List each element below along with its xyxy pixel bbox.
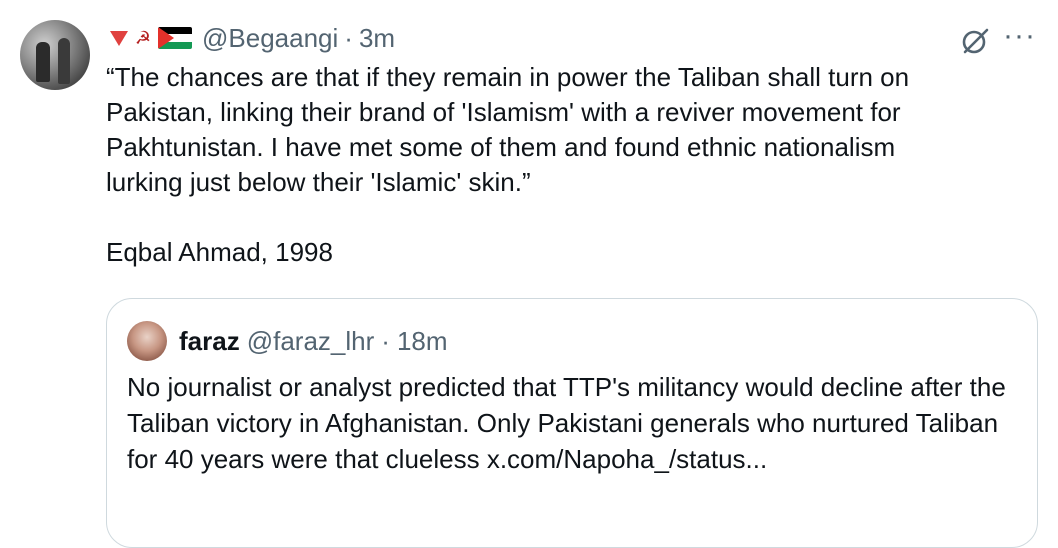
tweet-header: ☭ @Begaangi · 3m	[110, 22, 395, 54]
palestine-flag-icon	[158, 27, 192, 49]
tweet: ☭ @Begaangi · 3m ··· “The chances are th…	[0, 0, 1058, 548]
more-options-icon[interactable]: ···	[1003, 21, 1039, 54]
tweet-text: “The chances are that if they remain in …	[106, 62, 910, 267]
quoted-display-name: faraz	[179, 325, 240, 356]
timestamp[interactable]: 3m	[359, 23, 395, 54]
red-triangle-down-icon	[110, 30, 128, 46]
quoted-tweet[interactable]: faraz @faraz_lhr · 18m No journalist or …	[106, 298, 1038, 548]
quoted-handle: @faraz_lhr	[246, 325, 375, 356]
quoted-timestamp: 18m	[396, 325, 448, 356]
avatar[interactable]	[20, 20, 90, 90]
quoted-header: faraz @faraz_lhr · 18m	[179, 325, 448, 357]
hammer-and-sickle-icon: ☭	[134, 27, 152, 48]
grok-icon[interactable]	[958, 24, 992, 58]
quoted-text: No journalist or analyst predicted that …	[127, 372, 1006, 474]
user-handle[interactable]: @Begaangi	[202, 23, 338, 54]
separator-dot: ·	[344, 22, 353, 53]
quoted-avatar	[127, 321, 167, 361]
separator-dot: ·	[381, 325, 390, 356]
